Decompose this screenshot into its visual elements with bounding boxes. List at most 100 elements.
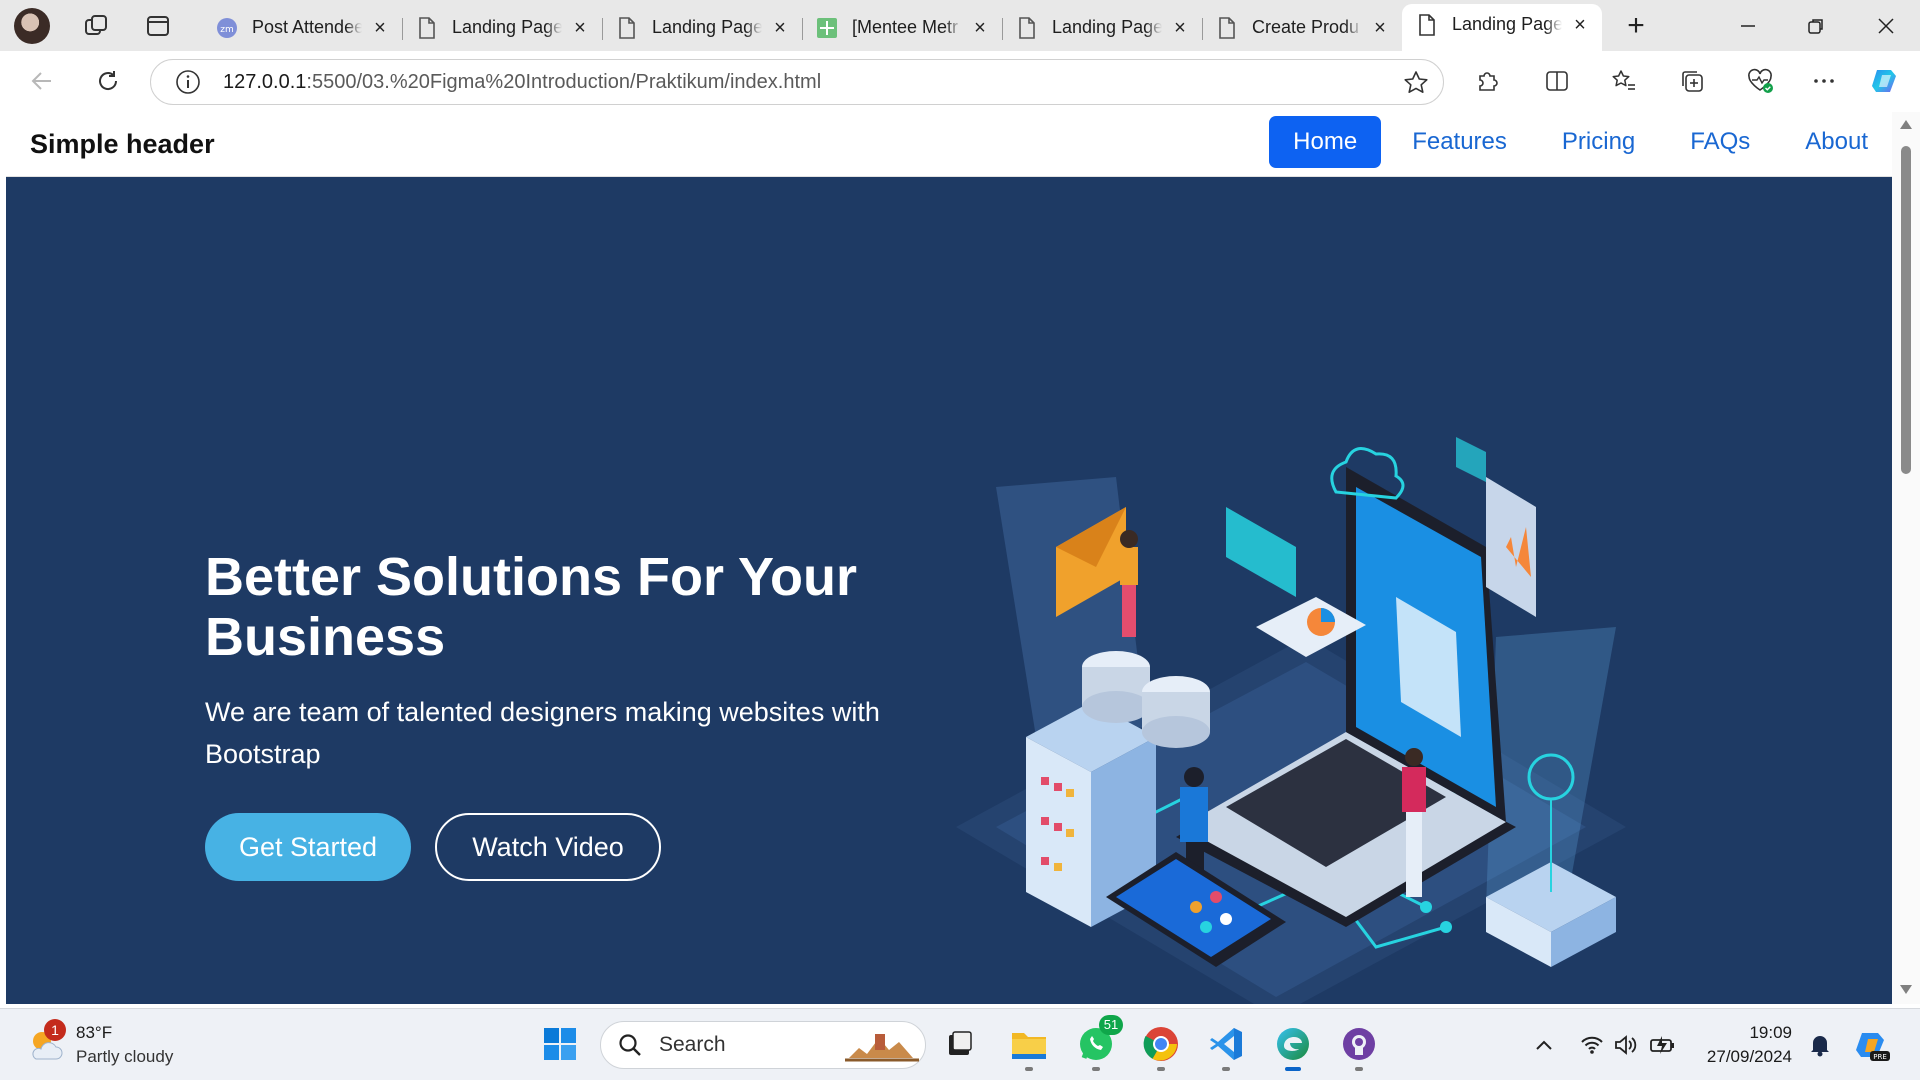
restore-button[interactable]	[1784, 0, 1848, 51]
split-screen-icon	[1546, 71, 1568, 91]
workspaces-icon[interactable]	[78, 8, 114, 44]
running-indicator	[1092, 1067, 1100, 1071]
browser-essentials-button[interactable]	[1740, 61, 1780, 101]
tab-post-attendee[interactable]: zm Post Attendee ×	[202, 8, 402, 48]
wifi-icon	[1581, 1036, 1603, 1054]
taskbar-app-vscode[interactable]	[1203, 1021, 1249, 1071]
sheets-icon	[816, 17, 838, 39]
address-bar[interactable]: 127.0.0.1:5500/03.%20Figma%20Introductio…	[150, 59, 1444, 105]
search-icon	[619, 1034, 641, 1056]
copilot-button[interactable]	[1866, 61, 1906, 101]
floating-panel	[1226, 507, 1296, 597]
weather-widget[interactable]: 1 83°F Partly cloudy	[26, 1017, 206, 1073]
collections-button[interactable]	[1672, 61, 1712, 101]
bell-icon	[1811, 1036, 1829, 1057]
volume-status[interactable]	[1612, 1023, 1640, 1067]
close-icon	[1878, 17, 1894, 34]
clock-date: 27/09/2024	[1706, 1047, 1792, 1066]
nav-link-about[interactable]: About	[1781, 116, 1892, 168]
close-icon[interactable]: ×	[370, 18, 390, 38]
watch-video-button[interactable]: Watch Video	[435, 813, 661, 881]
more-icon	[1814, 79, 1834, 83]
taskbar-search[interactable]: Search	[600, 1021, 926, 1069]
taskbar-app-file-explorer[interactable]	[1006, 1021, 1052, 1071]
info-icon[interactable]	[175, 69, 201, 95]
page-icon	[1016, 16, 1038, 39]
tab-actions-icon[interactable]	[140, 8, 176, 44]
tab-landing-page-active[interactable]: Landing Page ×	[1402, 4, 1602, 51]
nav-link-faqs[interactable]: FAQs	[1666, 116, 1774, 168]
wifi-status[interactable]	[1578, 1023, 1606, 1067]
scroll-thumb[interactable]	[1901, 146, 1911, 474]
search-placeholder: Search	[659, 1033, 726, 1056]
tab-title: [Mentee Metr	[852, 17, 959, 37]
vscode-icon	[1210, 1028, 1242, 1060]
battery-status[interactable]	[1648, 1023, 1678, 1067]
scroll-up-icon[interactable]	[1900, 120, 1912, 129]
chevron-up-icon	[1536, 1040, 1552, 1050]
edge-icon	[1277, 1028, 1309, 1060]
tab-title: Landing Page	[1052, 17, 1162, 37]
zoom-icon: zm	[216, 17, 238, 39]
extensions-button[interactable]	[1467, 61, 1507, 101]
browser-tab-strip: zm Post Attendee × Landing Page × Landin…	[0, 0, 1920, 51]
tab-create-product[interactable]: Create Produ ×	[1202, 8, 1402, 48]
refresh-icon	[99, 71, 118, 90]
taskbar-app-task-view[interactable]	[937, 1021, 983, 1067]
favorite-star-icon[interactable]	[1403, 70, 1429, 96]
tab-landing-page[interactable]: Landing Page ×	[402, 8, 602, 48]
copilot-icon: PRE	[1856, 1033, 1890, 1061]
close-icon[interactable]: ×	[570, 18, 590, 38]
running-indicator	[1355, 1067, 1363, 1071]
more-menu-button[interactable]	[1804, 61, 1844, 101]
copilot-icon	[1872, 70, 1896, 92]
close-icon[interactable]: ×	[970, 18, 990, 38]
tab-landing-page[interactable]: Landing Page ×	[1002, 8, 1202, 48]
nav-link-home[interactable]: Home	[1269, 116, 1382, 168]
notifications-button[interactable]	[1806, 1023, 1834, 1067]
show-hidden-icons-button[interactable]	[1532, 1023, 1556, 1067]
close-icon[interactable]: ×	[1570, 15, 1590, 35]
svg-text:PRE: PRE	[1873, 1053, 1887, 1061]
url-host: 127.0.0.1	[223, 70, 307, 93]
taskbar-app-github-desktop[interactable]	[1336, 1021, 1382, 1071]
get-started-button[interactable]: Get Started	[205, 813, 411, 881]
minimize-button[interactable]	[1716, 0, 1780, 51]
close-window-button[interactable]	[1854, 0, 1918, 51]
weather-temp: 83°F	[76, 1023, 113, 1042]
taskbar-app-whatsapp[interactable]: 51	[1073, 1015, 1123, 1071]
site-brand[interactable]: Simple header	[30, 129, 215, 160]
tab-title: Post Attendee	[252, 17, 362, 37]
running-indicator	[1025, 1067, 1033, 1071]
split-screen-button[interactable]	[1537, 61, 1577, 101]
page-scrollbar[interactable]	[1892, 112, 1920, 1004]
taskbar-app-chrome[interactable]	[1138, 1021, 1184, 1071]
favorites-button[interactable]	[1604, 61, 1644, 101]
start-button[interactable]	[537, 1021, 583, 1067]
close-icon[interactable]: ×	[1170, 18, 1190, 38]
search-highlight-icon	[845, 1034, 919, 1062]
nav-link-pricing[interactable]: Pricing	[1538, 116, 1659, 168]
scroll-down-icon[interactable]	[1900, 985, 1912, 994]
tab-mentee-metrics[interactable]: [Mentee Metr ×	[802, 8, 1002, 48]
page-viewport: Simple header Home Features Pricing FAQs…	[6, 112, 1892, 1004]
nav-link-features[interactable]: Features	[1388, 116, 1531, 168]
page-icon	[1216, 16, 1238, 39]
tab-landing-page[interactable]: Landing Page ×	[602, 8, 802, 48]
back-button[interactable]	[22, 61, 62, 101]
close-icon[interactable]: ×	[1370, 18, 1390, 38]
page-icon	[416, 16, 438, 39]
copilot-taskbar-button[interactable]: PRE	[1852, 1023, 1892, 1067]
running-indicator	[1222, 1067, 1230, 1071]
hero-illustration	[956, 437, 1626, 1004]
new-tab-button[interactable]: +	[1616, 6, 1656, 46]
hero-section: Better Solutions For Your Business We ar…	[6, 177, 1892, 1004]
hero-subtitle: We are team of talented designers making…	[205, 697, 880, 769]
system-clock[interactable]: 19:09 27/09/2024	[1698, 1021, 1792, 1069]
taskbar-app-edge[interactable]	[1270, 1021, 1316, 1071]
refresh-button[interactable]	[88, 61, 128, 101]
profile-avatar[interactable]	[14, 7, 50, 44]
svg-text:zm: zm	[220, 25, 234, 35]
close-icon[interactable]: ×	[770, 18, 790, 38]
hero-title: Better Solutions For Your Business	[205, 547, 858, 667]
